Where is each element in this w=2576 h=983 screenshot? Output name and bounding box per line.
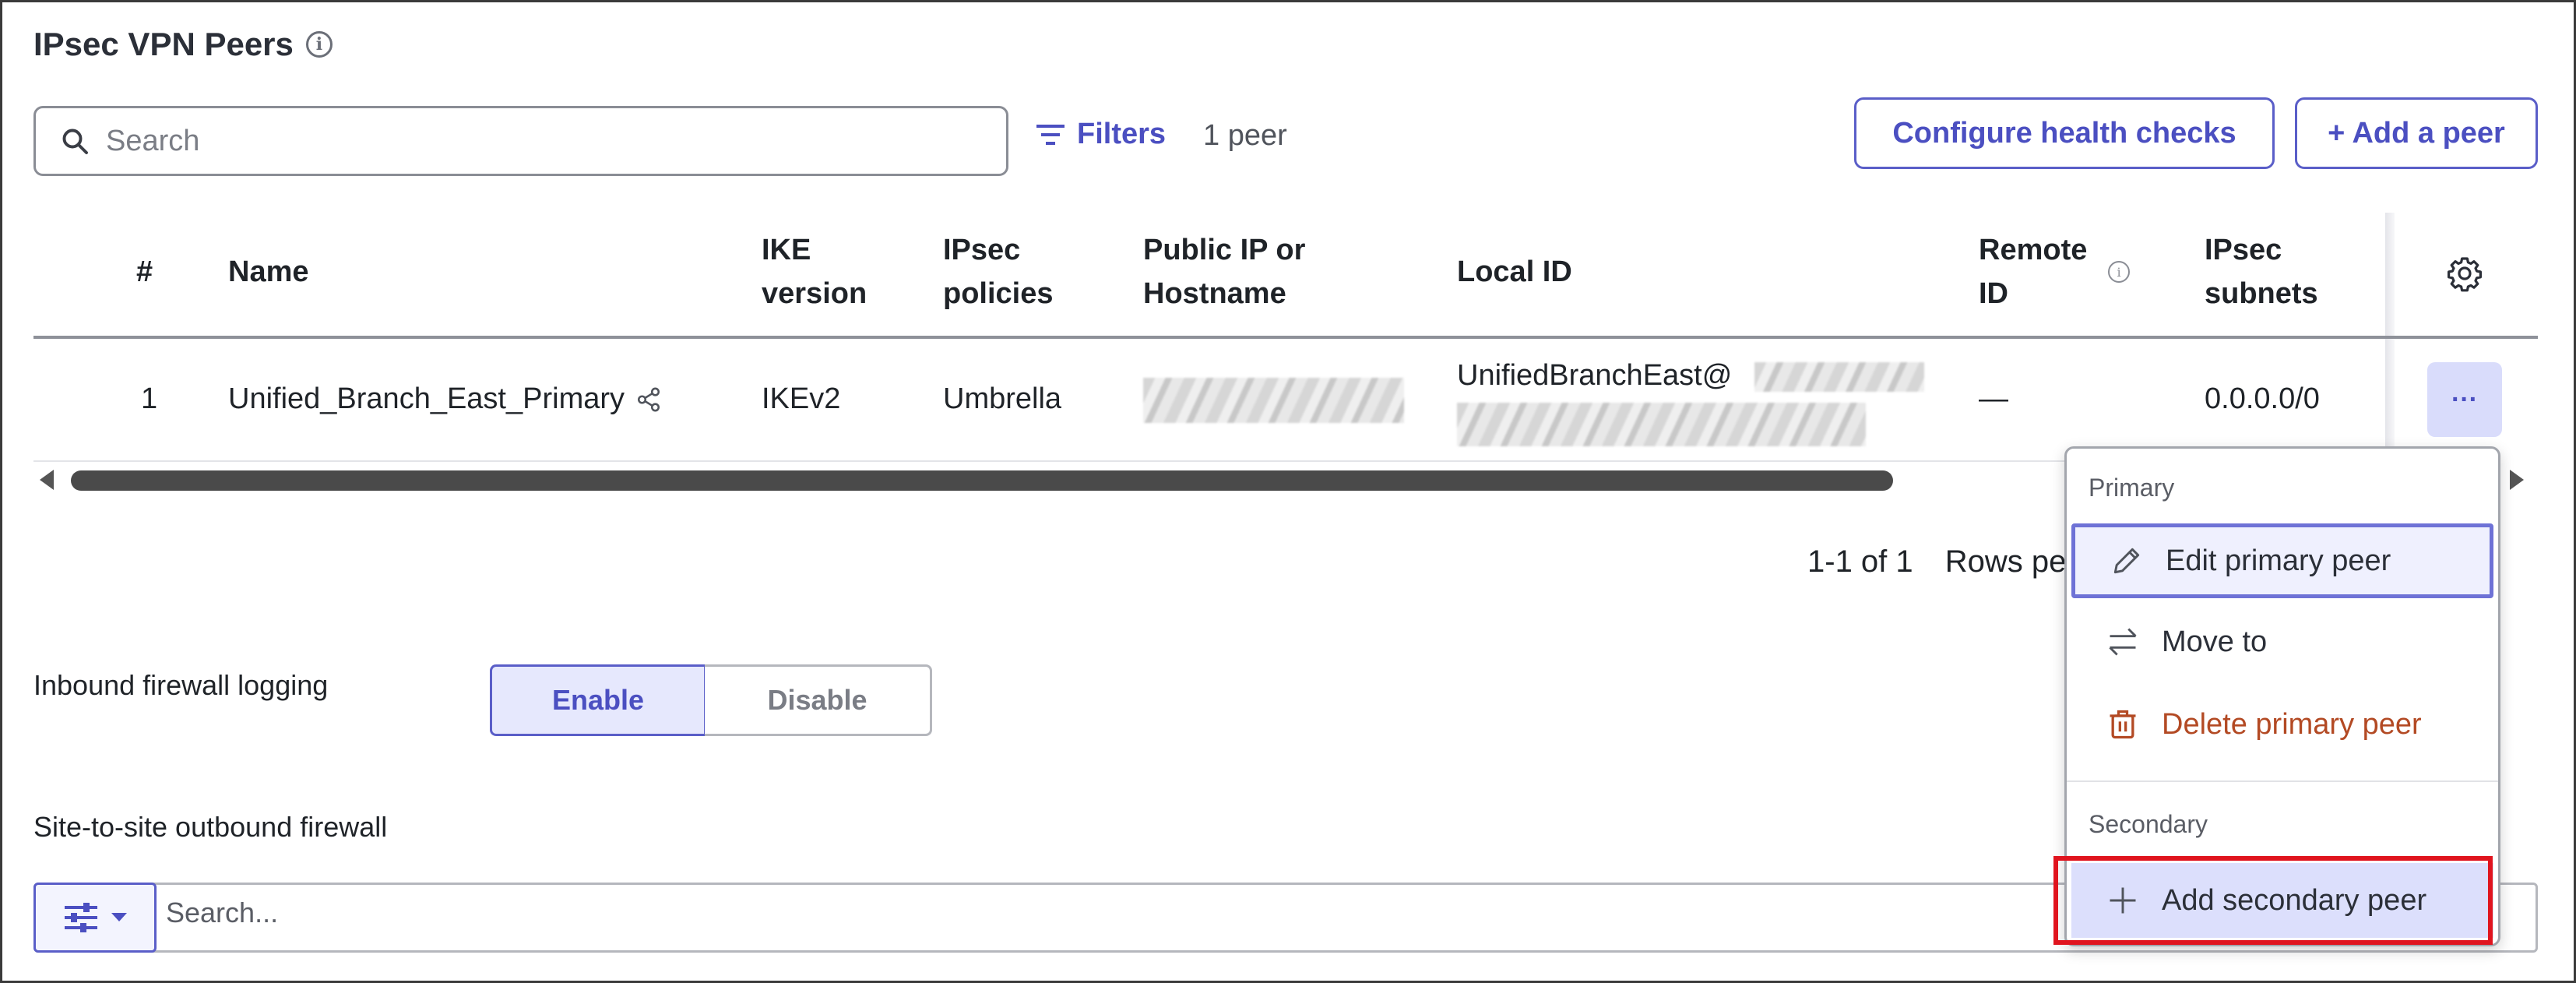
pagination-range: 1-1 of 1: [1807, 544, 1913, 579]
column-header-ike-version[interactable]: IKE version: [762, 228, 867, 315]
header-line: policies: [943, 277, 1054, 310]
disable-toggle-button[interactable]: Disable: [705, 664, 932, 736]
delete-primary-peer-menu-item[interactable]: Delete primary peer: [2071, 687, 2493, 762]
header-line: ID: [1979, 277, 2008, 310]
header-line: Public IP or: [1143, 234, 1306, 266]
site-to-site-outbound-firewall-label: Site-to-site outbound firewall: [33, 811, 388, 843]
ipsec-policies-value: Umbrella: [943, 382, 1062, 415]
chevron-down-icon: [111, 913, 127, 921]
pagination: 1-1 of 1 Rows pe: [1807, 544, 2066, 580]
ipsec-vpn-peers-page: IPsec VPN Peers i Filters 1 peer Configu…: [0, 0, 2576, 983]
sliders-icon: [65, 903, 97, 932]
filters-button[interactable]: Filters: [1035, 118, 1166, 151]
page-title-row: IPsec VPN Peers i: [33, 26, 333, 63]
peer-search-box[interactable]: [33, 106, 1008, 176]
column-header-ipsec-subnets[interactable]: IPsec subnets: [2205, 228, 2318, 315]
header-line: IKE: [762, 234, 811, 266]
menu-section-secondary: Secondary: [2089, 810, 2208, 838]
row-number: 1: [141, 382, 158, 415]
gear-icon[interactable]: [2446, 255, 2483, 292]
column-header-local-id[interactable]: Local ID: [1457, 250, 1572, 294]
header-line: IPsec: [2205, 234, 2282, 266]
header-line: IPsec: [943, 234, 1021, 266]
result-count: 1 peer: [1203, 119, 1287, 152]
move-to-menu-item[interactable]: Move to: [2071, 604, 2493, 679]
redacted-local-id-domain: [1754, 362, 1924, 392]
rule-filter-dropdown[interactable]: [33, 883, 157, 953]
peer-name: Unified_Branch_East_Primary: [228, 382, 625, 415]
scroll-left-arrow-icon[interactable]: [40, 470, 54, 490]
header-line: Hostname: [1143, 277, 1286, 310]
enable-toggle-button[interactable]: Enable: [490, 664, 706, 736]
column-header-number[interactable]: #: [136, 250, 153, 294]
search-input[interactable]: [106, 124, 962, 158]
menu-section-primary: Primary: [2089, 474, 2175, 502]
column-header-ipsec-policies[interactable]: IPsec policies: [943, 228, 1054, 315]
ipsec-subnets-value: 0.0.0.0/0: [2205, 382, 2320, 415]
local-id-value: UnifiedBranchEast@: [1457, 359, 1733, 392]
menu-item-label: Move to: [2162, 625, 2268, 658]
row-name-cell[interactable]: Unified_Branch_East_Primary: [228, 382, 662, 416]
menu-item-label: Edit primary peer: [2166, 544, 2391, 577]
configure-health-checks-button[interactable]: Configure health checks: [1854, 97, 2275, 169]
remote-id-info-icon[interactable]: i: [2108, 261, 2130, 283]
outbound-search-input[interactable]: [166, 897, 2035, 929]
column-header-remote-id[interactable]: Remote ID: [1979, 228, 2087, 315]
scroll-right-arrow-icon[interactable]: [2510, 470, 2524, 490]
swap-arrows-icon: [2109, 628, 2137, 656]
header-line: subnets: [2205, 277, 2318, 310]
filter-icon: [1036, 124, 1065, 145]
page-title: IPsec VPN Peers: [33, 26, 294, 62]
info-icon[interactable]: i: [305, 31, 333, 58]
search-icon: [62, 129, 88, 154]
pencil-icon: [2113, 548, 2140, 574]
ike-version-value: IKEv2: [762, 382, 841, 415]
trash-icon: [2110, 710, 2136, 739]
row-actions-button[interactable]: ···: [2427, 362, 2502, 437]
redacted-local-id-line-2: [1457, 403, 1866, 446]
row-divider: [33, 460, 2401, 462]
scrollbar-thumb[interactable]: [71, 470, 1893, 491]
menu-item-label: Delete primary peer: [2162, 707, 2422, 741]
edit-primary-peer-menu-item[interactable]: Edit primary peer: [2071, 523, 2493, 598]
share-icon: [637, 387, 660, 411]
remote-id-value: —: [1979, 382, 2008, 415]
column-header-name[interactable]: Name: [228, 250, 309, 294]
column-header-public-ip[interactable]: Public IP or Hostname: [1143, 228, 1305, 315]
header-line: Remote: [1979, 234, 2088, 266]
header-line: version: [762, 277, 867, 310]
redacted-public-ip: [1143, 378, 1404, 423]
rows-per-page-label: Rows pe: [1944, 544, 2067, 579]
menu-divider: [2067, 780, 2498, 782]
add-peer-button[interactable]: + Add a peer: [2295, 97, 2538, 169]
inbound-firewall-logging-label: Inbound firewall logging: [33, 669, 329, 701]
filters-label: Filters: [1077, 118, 1167, 150]
highlight-annotation-box: [2053, 856, 2493, 945]
